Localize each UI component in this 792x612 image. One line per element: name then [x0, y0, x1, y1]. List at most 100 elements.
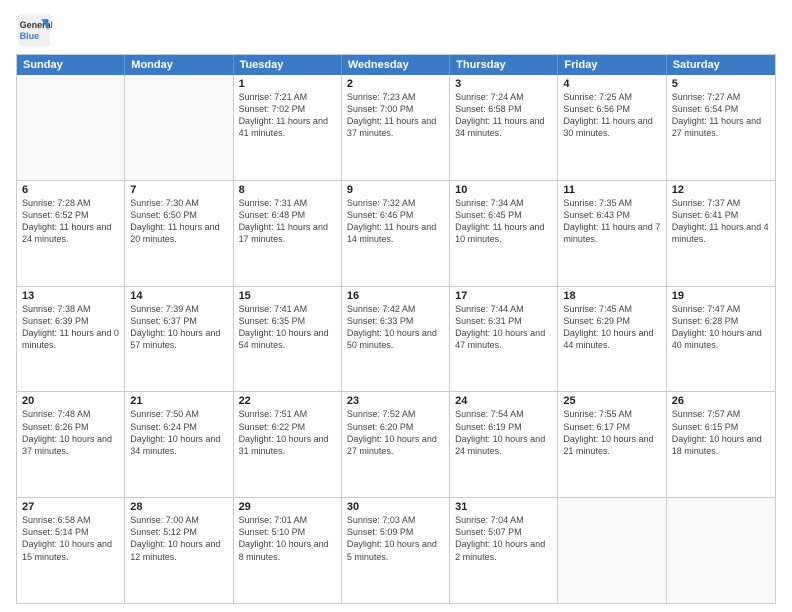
day-header-wednesday: Wednesday	[342, 55, 450, 75]
day-info: Sunrise: 6:58 AM Sunset: 5:14 PM Dayligh…	[22, 514, 119, 563]
day-number: 14	[130, 290, 227, 302]
empty-cell	[125, 75, 233, 180]
day-cell-10: 10Sunrise: 7:34 AM Sunset: 6:45 PM Dayli…	[450, 181, 558, 286]
day-number: 21	[130, 395, 227, 407]
day-cell-11: 11Sunrise: 7:35 AM Sunset: 6:43 PM Dayli…	[558, 181, 666, 286]
day-header-tuesday: Tuesday	[234, 55, 342, 75]
day-info: Sunrise: 7:30 AM Sunset: 6:50 PM Dayligh…	[130, 197, 227, 246]
day-number: 20	[22, 395, 119, 407]
day-cell-1: 1Sunrise: 7:21 AM Sunset: 7:02 PM Daylig…	[234, 75, 342, 180]
day-cell-18: 18Sunrise: 7:45 AM Sunset: 6:29 PM Dayli…	[558, 287, 666, 392]
empty-cell	[558, 498, 666, 603]
day-info: Sunrise: 7:00 AM Sunset: 5:12 PM Dayligh…	[130, 514, 227, 563]
day-number: 30	[347, 501, 444, 513]
day-cell-28: 28Sunrise: 7:00 AM Sunset: 5:12 PM Dayli…	[125, 498, 233, 603]
day-number: 22	[239, 395, 336, 407]
week-row-2: 6Sunrise: 7:28 AM Sunset: 6:52 PM Daylig…	[17, 180, 775, 286]
day-info: Sunrise: 7:41 AM Sunset: 6:35 PM Dayligh…	[239, 303, 336, 352]
day-number: 23	[347, 395, 444, 407]
day-info: Sunrise: 7:24 AM Sunset: 6:58 PM Dayligh…	[455, 91, 552, 140]
day-info: Sunrise: 7:03 AM Sunset: 5:09 PM Dayligh…	[347, 514, 444, 563]
day-number: 11	[563, 184, 660, 196]
day-number: 9	[347, 184, 444, 196]
day-number: 16	[347, 290, 444, 302]
day-info: Sunrise: 7:39 AM Sunset: 6:37 PM Dayligh…	[130, 303, 227, 352]
day-number: 3	[455, 78, 552, 90]
calendar-header: SundayMondayTuesdayWednesdayThursdayFrid…	[17, 55, 775, 75]
day-info: Sunrise: 7:45 AM Sunset: 6:29 PM Dayligh…	[563, 303, 660, 352]
day-info: Sunrise: 7:42 AM Sunset: 6:33 PM Dayligh…	[347, 303, 444, 352]
day-number: 19	[672, 290, 770, 302]
day-number: 29	[239, 501, 336, 513]
header: General Blue	[16, 12, 776, 48]
day-number: 7	[130, 184, 227, 196]
empty-cell	[17, 75, 125, 180]
day-cell-22: 22Sunrise: 7:51 AM Sunset: 6:22 PM Dayli…	[234, 392, 342, 497]
day-info: Sunrise: 7:32 AM Sunset: 6:46 PM Dayligh…	[347, 197, 444, 246]
day-cell-21: 21Sunrise: 7:50 AM Sunset: 6:24 PM Dayli…	[125, 392, 233, 497]
day-cell-13: 13Sunrise: 7:38 AM Sunset: 6:39 PM Dayli…	[17, 287, 125, 392]
day-cell-3: 3Sunrise: 7:24 AM Sunset: 6:58 PM Daylig…	[450, 75, 558, 180]
day-header-saturday: Saturday	[667, 55, 775, 75]
day-number: 8	[239, 184, 336, 196]
day-cell-6: 6Sunrise: 7:28 AM Sunset: 6:52 PM Daylig…	[17, 181, 125, 286]
day-cell-15: 15Sunrise: 7:41 AM Sunset: 6:35 PM Dayli…	[234, 287, 342, 392]
day-info: Sunrise: 7:52 AM Sunset: 6:20 PM Dayligh…	[347, 408, 444, 457]
day-info: Sunrise: 7:44 AM Sunset: 6:31 PM Dayligh…	[455, 303, 552, 352]
day-cell-26: 26Sunrise: 7:57 AM Sunset: 6:15 PM Dayli…	[667, 392, 775, 497]
week-row-5: 27Sunrise: 6:58 AM Sunset: 5:14 PM Dayli…	[17, 497, 775, 603]
day-info: Sunrise: 7:27 AM Sunset: 6:54 PM Dayligh…	[672, 91, 770, 140]
day-number: 15	[239, 290, 336, 302]
day-number: 31	[455, 501, 552, 513]
calendar: SundayMondayTuesdayWednesdayThursdayFrid…	[16, 54, 776, 604]
day-info: Sunrise: 7:54 AM Sunset: 6:19 PM Dayligh…	[455, 408, 552, 457]
day-number: 25	[563, 395, 660, 407]
day-info: Sunrise: 7:50 AM Sunset: 6:24 PM Dayligh…	[130, 408, 227, 457]
day-number: 10	[455, 184, 552, 196]
day-cell-31: 31Sunrise: 7:04 AM Sunset: 5:07 PM Dayli…	[450, 498, 558, 603]
day-cell-14: 14Sunrise: 7:39 AM Sunset: 6:37 PM Dayli…	[125, 287, 233, 392]
day-cell-17: 17Sunrise: 7:44 AM Sunset: 6:31 PM Dayli…	[450, 287, 558, 392]
logo-icon: General Blue	[16, 12, 52, 48]
day-cell-16: 16Sunrise: 7:42 AM Sunset: 6:33 PM Dayli…	[342, 287, 450, 392]
day-number: 17	[455, 290, 552, 302]
day-info: Sunrise: 7:48 AM Sunset: 6:26 PM Dayligh…	[22, 408, 119, 457]
empty-cell	[667, 498, 775, 603]
day-info: Sunrise: 7:35 AM Sunset: 6:43 PM Dayligh…	[563, 197, 660, 246]
day-cell-27: 27Sunrise: 6:58 AM Sunset: 5:14 PM Dayli…	[17, 498, 125, 603]
day-cell-30: 30Sunrise: 7:03 AM Sunset: 5:09 PM Dayli…	[342, 498, 450, 603]
day-info: Sunrise: 7:23 AM Sunset: 7:00 PM Dayligh…	[347, 91, 444, 140]
week-row-4: 20Sunrise: 7:48 AM Sunset: 6:26 PM Dayli…	[17, 391, 775, 497]
day-cell-9: 9Sunrise: 7:32 AM Sunset: 6:46 PM Daylig…	[342, 181, 450, 286]
day-cell-4: 4Sunrise: 7:25 AM Sunset: 6:56 PM Daylig…	[558, 75, 666, 180]
day-cell-12: 12Sunrise: 7:37 AM Sunset: 6:41 PM Dayli…	[667, 181, 775, 286]
page: General Blue SundayMondayTuesdayWednesda…	[0, 0, 792, 612]
day-info: Sunrise: 7:57 AM Sunset: 6:15 PM Dayligh…	[672, 408, 770, 457]
day-cell-25: 25Sunrise: 7:55 AM Sunset: 6:17 PM Dayli…	[558, 392, 666, 497]
day-number: 1	[239, 78, 336, 90]
day-cell-8: 8Sunrise: 7:31 AM Sunset: 6:48 PM Daylig…	[234, 181, 342, 286]
day-number: 18	[563, 290, 660, 302]
day-info: Sunrise: 7:55 AM Sunset: 6:17 PM Dayligh…	[563, 408, 660, 457]
day-number: 2	[347, 78, 444, 90]
day-number: 6	[22, 184, 119, 196]
day-info: Sunrise: 7:21 AM Sunset: 7:02 PM Dayligh…	[239, 91, 336, 140]
day-info: Sunrise: 7:04 AM Sunset: 5:07 PM Dayligh…	[455, 514, 552, 563]
day-info: Sunrise: 7:51 AM Sunset: 6:22 PM Dayligh…	[239, 408, 336, 457]
day-header-monday: Monday	[125, 55, 233, 75]
day-info: Sunrise: 7:25 AM Sunset: 6:56 PM Dayligh…	[563, 91, 660, 140]
day-info: Sunrise: 7:31 AM Sunset: 6:48 PM Dayligh…	[239, 197, 336, 246]
day-cell-24: 24Sunrise: 7:54 AM Sunset: 6:19 PM Dayli…	[450, 392, 558, 497]
day-info: Sunrise: 7:38 AM Sunset: 6:39 PM Dayligh…	[22, 303, 119, 352]
day-info: Sunrise: 7:47 AM Sunset: 6:28 PM Dayligh…	[672, 303, 770, 352]
svg-text:Blue: Blue	[20, 31, 40, 41]
logo: General Blue	[16, 12, 52, 48]
day-number: 5	[672, 78, 770, 90]
day-header-friday: Friday	[558, 55, 666, 75]
day-cell-29: 29Sunrise: 7:01 AM Sunset: 5:10 PM Dayli…	[234, 498, 342, 603]
day-number: 12	[672, 184, 770, 196]
day-cell-19: 19Sunrise: 7:47 AM Sunset: 6:28 PM Dayli…	[667, 287, 775, 392]
day-cell-7: 7Sunrise: 7:30 AM Sunset: 6:50 PM Daylig…	[125, 181, 233, 286]
day-info: Sunrise: 7:37 AM Sunset: 6:41 PM Dayligh…	[672, 197, 770, 246]
day-header-thursday: Thursday	[450, 55, 558, 75]
